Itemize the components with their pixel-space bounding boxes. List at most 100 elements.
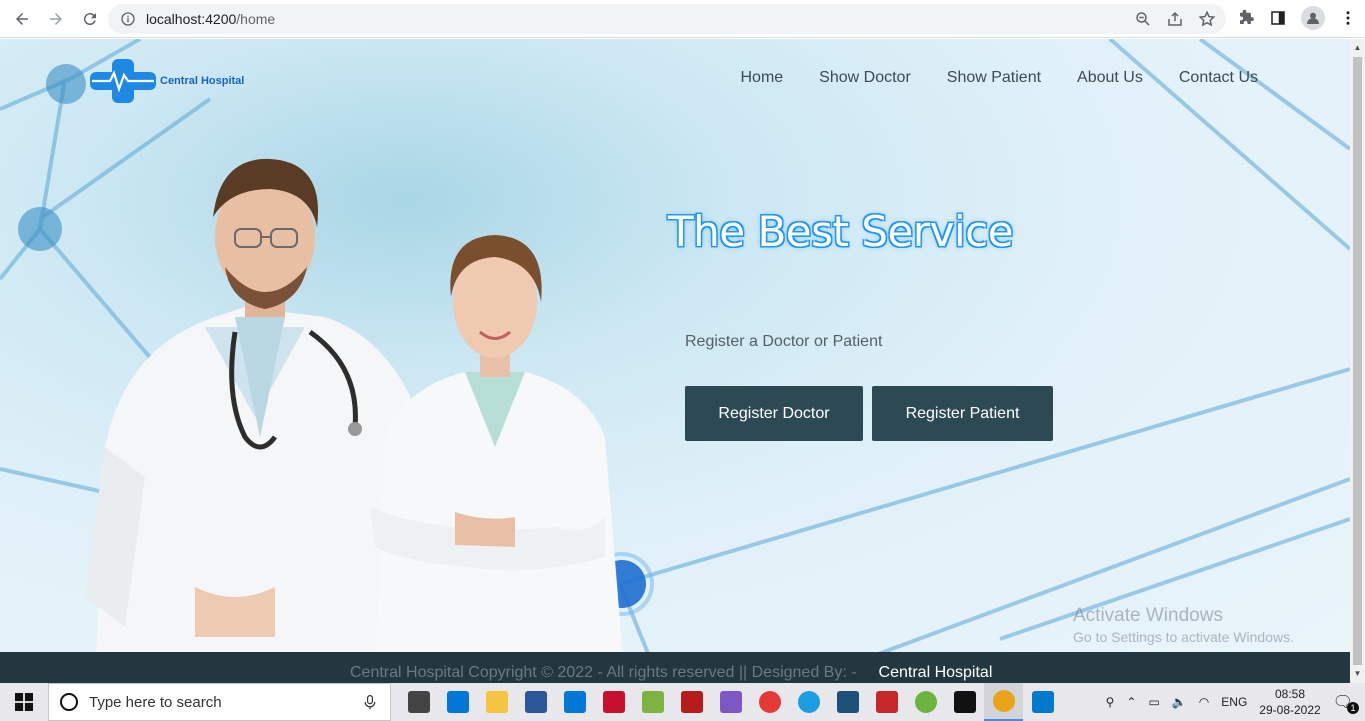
store-icon bbox=[446, 691, 469, 713]
url-path: /home bbox=[236, 11, 276, 27]
nav-contact-us[interactable]: Contact Us bbox=[1179, 69, 1258, 87]
windows-logo-icon bbox=[15, 693, 33, 711]
search-placeholder: Type here to search bbox=[89, 693, 222, 711]
file-explorer-icon bbox=[485, 691, 508, 713]
taskbar-app-file-explorer[interactable] bbox=[477, 683, 516, 721]
taskbar-app-spring[interactable] bbox=[906, 683, 945, 721]
taskbar-app-mail[interactable] bbox=[555, 683, 594, 721]
battery-icon[interactable]: ▭ bbox=[1149, 695, 1160, 709]
taskbar-app-notepad-plus[interactable] bbox=[633, 683, 672, 721]
opera-icon bbox=[758, 691, 781, 713]
clock-date: 29-08-2022 bbox=[1259, 703, 1321, 717]
wifi-icon[interactable]: ◠ bbox=[1199, 695, 1209, 709]
site-logo[interactable]: Central Hospital bbox=[90, 59, 244, 103]
star-icon[interactable] bbox=[1198, 10, 1216, 28]
url-host: localhost:4200 bbox=[146, 11, 237, 27]
medical-cross-icon bbox=[90, 59, 156, 103]
office-app-icon bbox=[680, 691, 703, 713]
person-icon bbox=[1307, 12, 1319, 24]
edge-icon bbox=[797, 691, 820, 713]
nav-show-doctor[interactable]: Show Doctor bbox=[819, 69, 911, 87]
page-footer: Central Hospital Copyright © 2022 - All … bbox=[0, 652, 1350, 683]
scroll-down-arrow-icon[interactable]: ▼ bbox=[1353, 669, 1362, 679]
taskbar-app-paint[interactable] bbox=[594, 683, 633, 721]
word-icon bbox=[524, 691, 547, 713]
taskbar-apps bbox=[399, 683, 1062, 721]
footer-brand: Central Hospital bbox=[878, 664, 993, 681]
arrow-right-icon bbox=[50, 12, 62, 25]
menu-dots-icon[interactable] bbox=[1339, 9, 1357, 27]
page-scrollbar[interactable]: ▲ ▼ bbox=[1350, 39, 1365, 683]
taskbar-app-store[interactable] bbox=[438, 683, 477, 721]
nav-show-patient[interactable]: Show Patient bbox=[947, 69, 1041, 87]
forward-button[interactable] bbox=[40, 3, 72, 35]
reload-button[interactable] bbox=[74, 3, 106, 35]
taskbar-app-vscode[interactable] bbox=[1023, 683, 1062, 721]
cube-app-icon bbox=[719, 691, 742, 713]
clock[interactable]: 08:58 29-08-2022 bbox=[1259, 686, 1320, 718]
taskbar-app-chrome[interactable] bbox=[984, 683, 1023, 721]
url-text: localhost:4200/home bbox=[146, 11, 275, 27]
notepad-plus-icon bbox=[641, 691, 664, 713]
mysql-icon bbox=[836, 691, 859, 713]
activate-windows-watermark: Activate Windows Go to Settings to activ… bbox=[1073, 605, 1294, 645]
taskbar-app-office-app[interactable] bbox=[672, 683, 711, 721]
scroll-thumb[interactable] bbox=[1353, 57, 1362, 665]
flag-app-icon bbox=[875, 691, 898, 713]
taskbar-app-edge[interactable] bbox=[789, 683, 828, 721]
doctors-image bbox=[85, 158, 625, 683]
clock-time: 08:58 bbox=[1274, 687, 1305, 701]
zoom-icon[interactable] bbox=[1134, 10, 1152, 28]
mail-icon bbox=[563, 691, 586, 713]
system-tray: ⚲ ⌃ ▭ 🔈 ◠ ENG 08:58 29-08-2022 🗨 1 bbox=[1106, 683, 1365, 721]
taskbar-app-terminal[interactable] bbox=[945, 683, 984, 721]
chrome-icon bbox=[992, 690, 1015, 712]
volume-icon[interactable]: 🔈 bbox=[1172, 695, 1187, 709]
address-bar[interactable]: localhost:4200/home bbox=[108, 4, 1226, 34]
notification-icon[interactable]: 🗨 1 bbox=[1333, 692, 1359, 714]
taskbar-app-cube-app[interactable] bbox=[711, 683, 750, 721]
watermark-title: Activate Windows bbox=[1073, 605, 1223, 626]
language-indicator[interactable]: ENG bbox=[1221, 695, 1247, 709]
taskbar-app-mysql[interactable] bbox=[828, 683, 867, 721]
people-icon[interactable]: ⚲ bbox=[1106, 695, 1115, 709]
terminal-icon bbox=[953, 691, 976, 713]
microphone-icon[interactable] bbox=[362, 694, 378, 710]
scroll-up-arrow-icon[interactable]: ▲ bbox=[1353, 43, 1362, 53]
start-button[interactable] bbox=[0, 683, 48, 721]
notification-count: 1 bbox=[1347, 702, 1359, 714]
footer-text: Central Hospital Copyright © 2022 - All … bbox=[350, 664, 992, 682]
watermark-subtitle: Go to Settings to activate Windows. bbox=[1073, 629, 1294, 645]
browser-toolbar: localhost:4200/home bbox=[0, 0, 1365, 38]
main-nav: Home Show Doctor Show Patient About Us C… bbox=[740, 69, 1258, 87]
vscode-icon bbox=[1031, 691, 1054, 713]
reload-icon bbox=[83, 12, 96, 25]
nav-home[interactable]: Home bbox=[740, 69, 783, 87]
nav-about-us[interactable]: About Us bbox=[1077, 69, 1143, 87]
profile-avatar[interactable] bbox=[1301, 6, 1325, 30]
spring-icon bbox=[914, 691, 937, 713]
logo-text: Central Hospital bbox=[160, 75, 245, 87]
search-circle-icon bbox=[60, 693, 78, 711]
paint-icon bbox=[602, 691, 625, 713]
hero-subtitle: Register a Doctor or Patient bbox=[685, 333, 883, 350]
chevron-up-icon[interactable]: ⌃ bbox=[1126, 695, 1136, 709]
register-doctor-button[interactable]: Register Doctor bbox=[685, 386, 863, 441]
side-panel-icon[interactable] bbox=[1269, 9, 1287, 27]
hero-title: The Best Service bbox=[668, 207, 1014, 256]
taskbar-app-opera[interactable] bbox=[750, 683, 789, 721]
windows-taskbar: Type here to search ⚲ ⌃ ▭ 🔈 ◠ ENG 08:58 … bbox=[0, 683, 1365, 721]
taskbar-search[interactable]: Type here to search bbox=[48, 683, 391, 721]
task-view-icon bbox=[407, 691, 430, 713]
share-icon[interactable] bbox=[1166, 10, 1184, 28]
footer-copyright: Central Hospital Copyright © 2022 - All … bbox=[350, 664, 857, 681]
page-viewport: Central Hospital Home Show Doctor Show P… bbox=[0, 39, 1350, 683]
extensions-icon[interactable] bbox=[1237, 9, 1255, 27]
taskbar-app-task-view[interactable] bbox=[399, 683, 438, 721]
register-patient-button[interactable]: Register Patient bbox=[872, 386, 1053, 441]
back-button[interactable] bbox=[6, 3, 38, 35]
arrow-left-icon bbox=[16, 12, 28, 25]
taskbar-app-word[interactable] bbox=[516, 683, 555, 721]
info-icon[interactable] bbox=[120, 11, 136, 27]
taskbar-app-flag-app[interactable] bbox=[867, 683, 906, 721]
